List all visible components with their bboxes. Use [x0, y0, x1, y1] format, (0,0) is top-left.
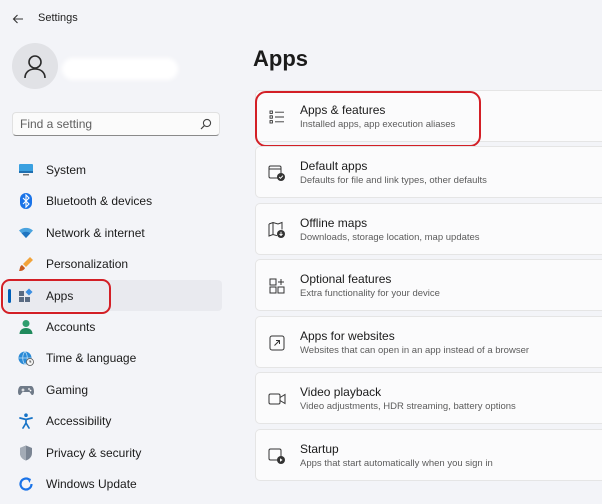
open-link-icon: [268, 334, 286, 352]
sidebar-item-system[interactable]: System: [4, 154, 222, 185]
account-name-redacted: [62, 58, 178, 80]
card-title: Apps & features: [300, 103, 386, 117]
default-apps-icon: [268, 164, 286, 182]
page-title: Apps: [253, 46, 308, 71]
offline-maps-card[interactable]: Offline maps Downloads, storage location…: [255, 203, 602, 255]
sidebar-item-label: Windows Update: [46, 476, 137, 491]
add-grid-icon: [268, 277, 286, 295]
accessibility-icon: [18, 413, 34, 429]
window-title: Settings: [38, 12, 78, 24]
card-subtitle: Websites that can open in an app instead…: [300, 345, 530, 356]
sidebar-item-label: Apps: [46, 288, 74, 303]
card-title: Default apps: [300, 159, 368, 173]
update-icon: [18, 476, 34, 492]
video-icon: [268, 390, 286, 408]
list-icon: [268, 108, 286, 126]
back-button[interactable]: [8, 10, 28, 28]
card-title: Video playback: [300, 385, 382, 399]
sidebar-item-label: Accounts: [46, 319, 96, 334]
apps-icon: [18, 288, 34, 304]
sidebar-item-label: Gaming: [46, 382, 89, 397]
card-subtitle: Apps that start automatically when you s…: [300, 458, 493, 469]
sidebar-item-accessibility[interactable]: Accessibility: [4, 405, 222, 436]
sidebar-nav: System Bluetooth & devices Network & int…: [0, 154, 225, 499]
map-icon: [268, 221, 286, 239]
gamepad-icon: [18, 382, 34, 398]
person-icon: [24, 55, 46, 79]
search-box[interactable]: [12, 112, 220, 136]
search-icon[interactable]: [200, 118, 212, 130]
apps-for-websites-card[interactable]: Apps for websites Websites that can open…: [255, 316, 602, 368]
card-title: Optional features: [300, 272, 392, 286]
sidebar-item-windows-update[interactable]: Windows Update: [4, 468, 222, 499]
sidebar-item-apps[interactable]: Apps: [4, 279, 222, 311]
sidebar-item-label: Personalization: [46, 257, 129, 272]
apps-features-card[interactable]: Apps & features Installed apps, app exec…: [255, 90, 602, 142]
sidebar-item-personalization[interactable]: Personalization: [4, 248, 222, 279]
sidebar-item-network[interactable]: Network & internet: [4, 217, 222, 248]
sidebar-item-bluetooth[interactable]: Bluetooth & devices: [4, 185, 222, 216]
bluetooth-icon: [18, 193, 34, 210]
search-input[interactable]: [20, 116, 196, 132]
sidebar-item-label: Bluetooth & devices: [46, 194, 153, 209]
card-subtitle: Defaults for file and link types, other …: [300, 175, 487, 186]
sidebar-item-privacy-security[interactable]: Privacy & security: [4, 437, 222, 468]
card-subtitle: Extra functionality for your device: [300, 288, 440, 299]
sidebar-item-gaming[interactable]: Gaming: [4, 374, 222, 405]
card-subtitle: Installed apps, app execution aliases: [300, 119, 456, 130]
shield-icon: [18, 445, 34, 461]
sidebar-item-label: Time & language: [46, 351, 137, 366]
default-apps-card[interactable]: Default apps Defaults for file and link …: [255, 146, 602, 198]
sidebar-item-label: Accessibility: [46, 414, 112, 429]
globe-clock-icon: [18, 350, 34, 367]
card-title: Offline maps: [300, 216, 368, 230]
avatar[interactable]: [12, 43, 58, 89]
startup-icon: [268, 447, 286, 465]
card-subtitle: Video adjustments, HDR streaming, batter…: [300, 401, 516, 412]
back-arrow-icon: [12, 14, 23, 24]
startup-card[interactable]: Startup Apps that start automatically wh…: [255, 429, 602, 481]
title-bar: Settings: [0, 0, 602, 38]
optional-features-card[interactable]: Optional features Extra functionality fo…: [255, 259, 602, 311]
selection-indicator: [8, 288, 11, 303]
wifi-icon: [18, 225, 34, 241]
card-title: Startup: [300, 442, 339, 456]
sidebar-item-label: System: [46, 163, 87, 177]
settings-window: Settings System Bluetooth & devices Netw…: [0, 0, 602, 504]
sidebar-item-time-language[interactable]: Time & language: [4, 342, 222, 373]
video-playback-card[interactable]: Video playback Video adjustments, HDR st…: [255, 372, 602, 424]
sidebar-item-label: Privacy & security: [46, 445, 142, 460]
person-icon: [18, 319, 34, 335]
sidebar-item-label: Network & internet: [46, 225, 145, 240]
brush-icon: [18, 256, 34, 272]
monitor-icon: [18, 162, 34, 178]
card-subtitle: Downloads, storage location, map updates: [300, 232, 480, 243]
card-title: Apps for websites: [300, 329, 395, 343]
sidebar-item-accounts[interactable]: Accounts: [4, 311, 222, 342]
